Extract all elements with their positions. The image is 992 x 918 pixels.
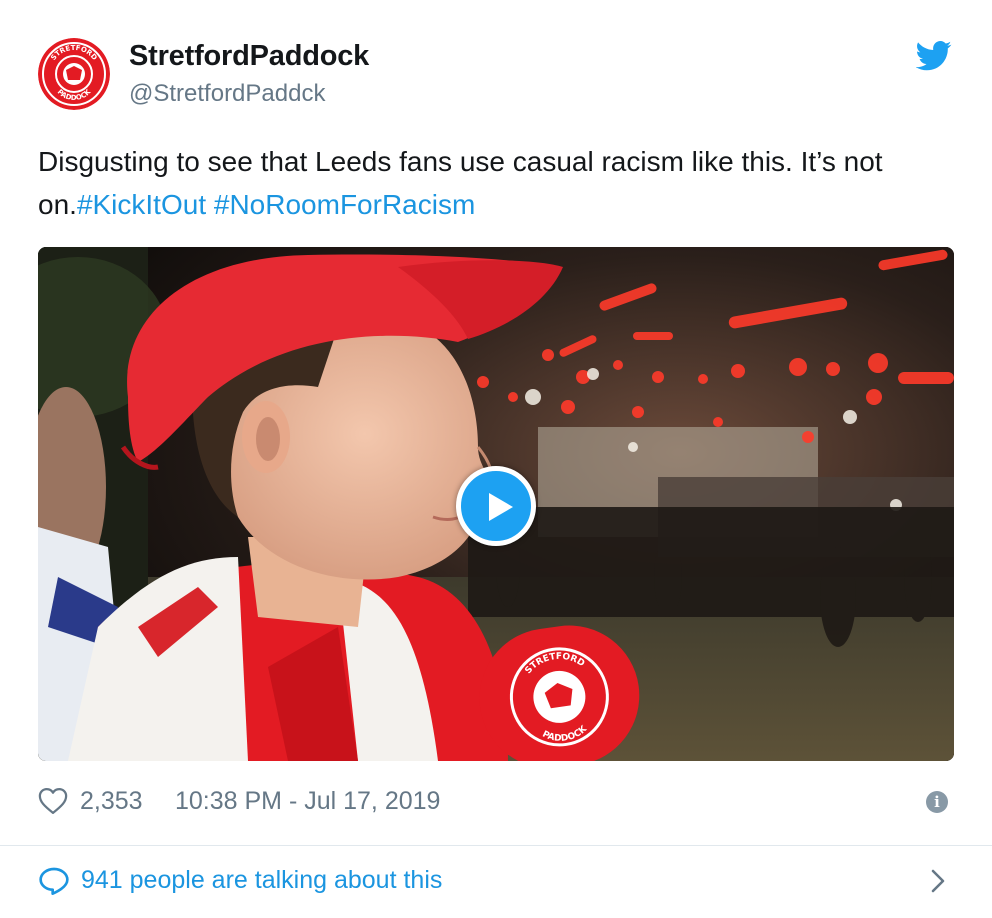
video-player[interactable]: STRETFORD PADDOCK xyxy=(38,247,954,761)
chevron-right-icon[interactable] xyxy=(930,868,946,894)
hashtag-noroomforracism[interactable]: #NoRoomForRacism xyxy=(214,189,475,220)
tweet-card: STRETFORD PADDOCK StretfordPaddock @Stre… xyxy=(0,0,992,918)
timestamp[interactable]: 10:38 PM - Jul 17, 2019 xyxy=(175,787,440,816)
play-icon xyxy=(489,493,513,521)
talking-count-link[interactable]: 941 people are talking about this xyxy=(81,866,442,895)
tweet-meta: 2,353 10:38 PM - Jul 17, 2019 i xyxy=(38,783,954,821)
play-button[interactable] xyxy=(456,466,536,546)
like-count[interactable]: 2,353 xyxy=(80,787,143,816)
tweet-header: STRETFORD PADDOCK StretfordPaddock @Stre… xyxy=(38,38,954,112)
info-icon[interactable]: i xyxy=(926,791,948,813)
account-handle[interactable]: @StretfordPaddck xyxy=(129,80,325,108)
divider xyxy=(0,845,992,846)
display-name[interactable]: StretfordPaddock xyxy=(129,40,369,73)
tweet-text: Disgusting to see that Leeds fans use ca… xyxy=(38,140,958,226)
hashtag-kickitout[interactable]: #KickItOut xyxy=(77,189,206,220)
avatar[interactable]: STRETFORD PADDOCK xyxy=(38,38,110,110)
twitter-bird-icon[interactable] xyxy=(916,41,952,71)
speech-bubble-icon xyxy=(39,867,69,896)
conversation-footer[interactable]: 941 people are talking about this xyxy=(38,862,954,902)
heart-outline-icon[interactable] xyxy=(38,787,68,815)
